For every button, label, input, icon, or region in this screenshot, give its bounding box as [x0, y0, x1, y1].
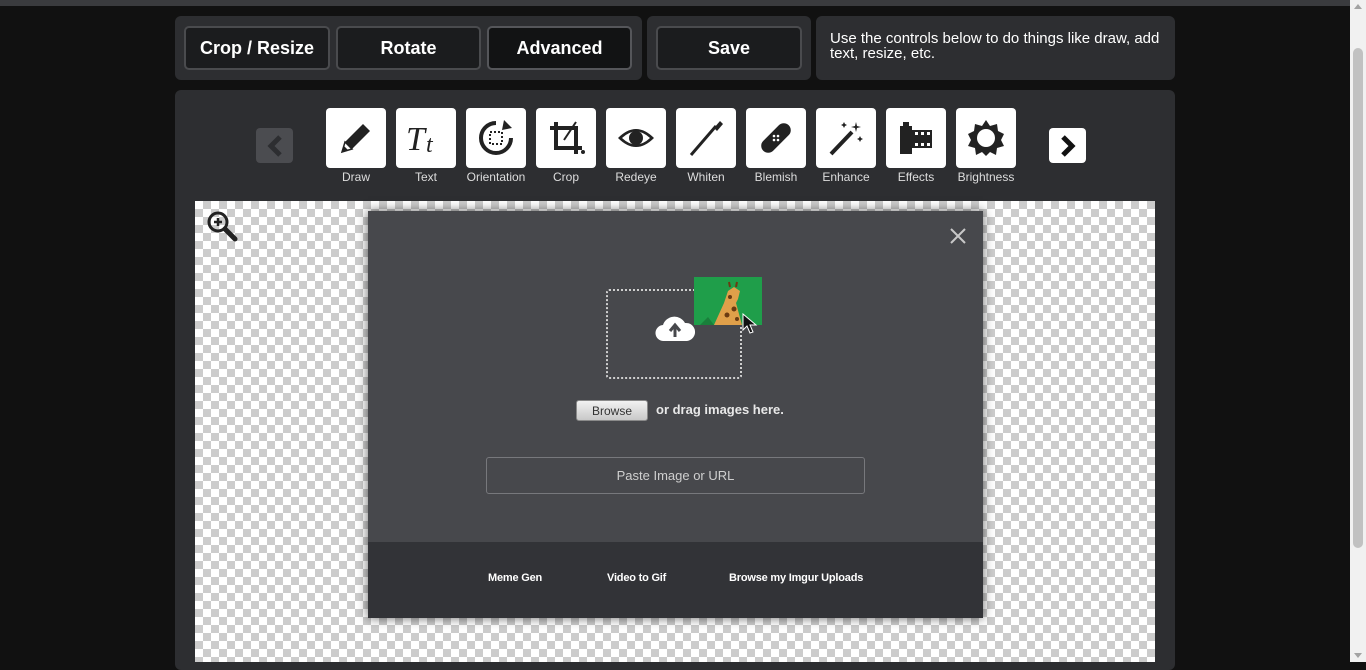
tool-effects[interactable]: Effects: [886, 108, 946, 184]
scrollbar-thumb[interactable]: [1353, 48, 1363, 548]
mouse-cursor-icon: [742, 313, 758, 334]
sun-icon: [968, 120, 1004, 156]
chevron-left-icon: [266, 134, 282, 157]
tool-label: Brightness: [957, 170, 1015, 184]
advanced-button[interactable]: Advanced: [487, 26, 632, 70]
svg-text:T: T: [406, 121, 427, 158]
tool-crop[interactable]: Crop: [536, 108, 596, 184]
tool-redeye[interactable]: Redeye: [606, 108, 666, 184]
top-bar: [0, 0, 1350, 6]
bandage-icon: [761, 123, 791, 153]
scroll-down-icon[interactable]: [1354, 653, 1362, 658]
dialog-footer: Meme Gen Video to Gif Browse my Imgur Up…: [368, 542, 983, 618]
video-to-gif-link[interactable]: Video to Gif: [607, 572, 666, 584]
scrollbar[interactable]: [1350, 0, 1366, 662]
close-icon[interactable]: [948, 226, 968, 246]
tool-draw[interactable]: Draw: [326, 108, 386, 184]
chevron-right-icon: [1060, 134, 1076, 157]
rotate-button[interactable]: Rotate: [336, 26, 481, 70]
tool-text[interactable]: Tt Text: [396, 108, 456, 184]
eye-icon: [618, 129, 654, 147]
tool-orientation[interactable]: Orientation: [466, 108, 526, 184]
browse-button[interactable]: Browse: [576, 400, 648, 421]
scroll-up-icon[interactable]: [1354, 4, 1362, 9]
svg-text:t: t: [426, 132, 434, 158]
paste-url-input[interactable]: [486, 457, 865, 494]
film-icon: [900, 122, 932, 154]
save-button[interactable]: Save: [656, 26, 802, 70]
tool-brightness[interactable]: Brightness: [956, 108, 1016, 184]
tool-whiten[interactable]: Whiten: [676, 108, 736, 184]
tools-next-button[interactable]: [1049, 128, 1086, 163]
browse-uploads-link[interactable]: Browse my Imgur Uploads: [729, 572, 863, 584]
orientation-icon: [479, 120, 513, 155]
meme-gen-link[interactable]: Meme Gen: [488, 572, 542, 584]
tool-blemish[interactable]: Blemish: [746, 108, 806, 184]
toothbrush-icon: [689, 121, 723, 156]
tool-enhance[interactable]: Enhance: [816, 108, 876, 184]
tools-prev-button[interactable]: [256, 128, 293, 163]
magic-wand-icon: [829, 122, 863, 156]
upload-dialog: Browse or drag images here. Meme Gen Vid…: [368, 211, 983, 618]
drag-hint: or drag images here.: [656, 402, 784, 417]
crop-resize-button[interactable]: Crop / Resize: [184, 26, 330, 70]
cloud-upload-icon: [655, 316, 696, 342]
zoom-in-icon[interactable]: [206, 210, 238, 242]
pencil-icon: [340, 124, 370, 154]
hint-text: Use the controls below to do things like…: [830, 30, 1160, 62]
text-tt-icon: Tt: [406, 121, 434, 158]
crop-icon: [550, 121, 585, 154]
